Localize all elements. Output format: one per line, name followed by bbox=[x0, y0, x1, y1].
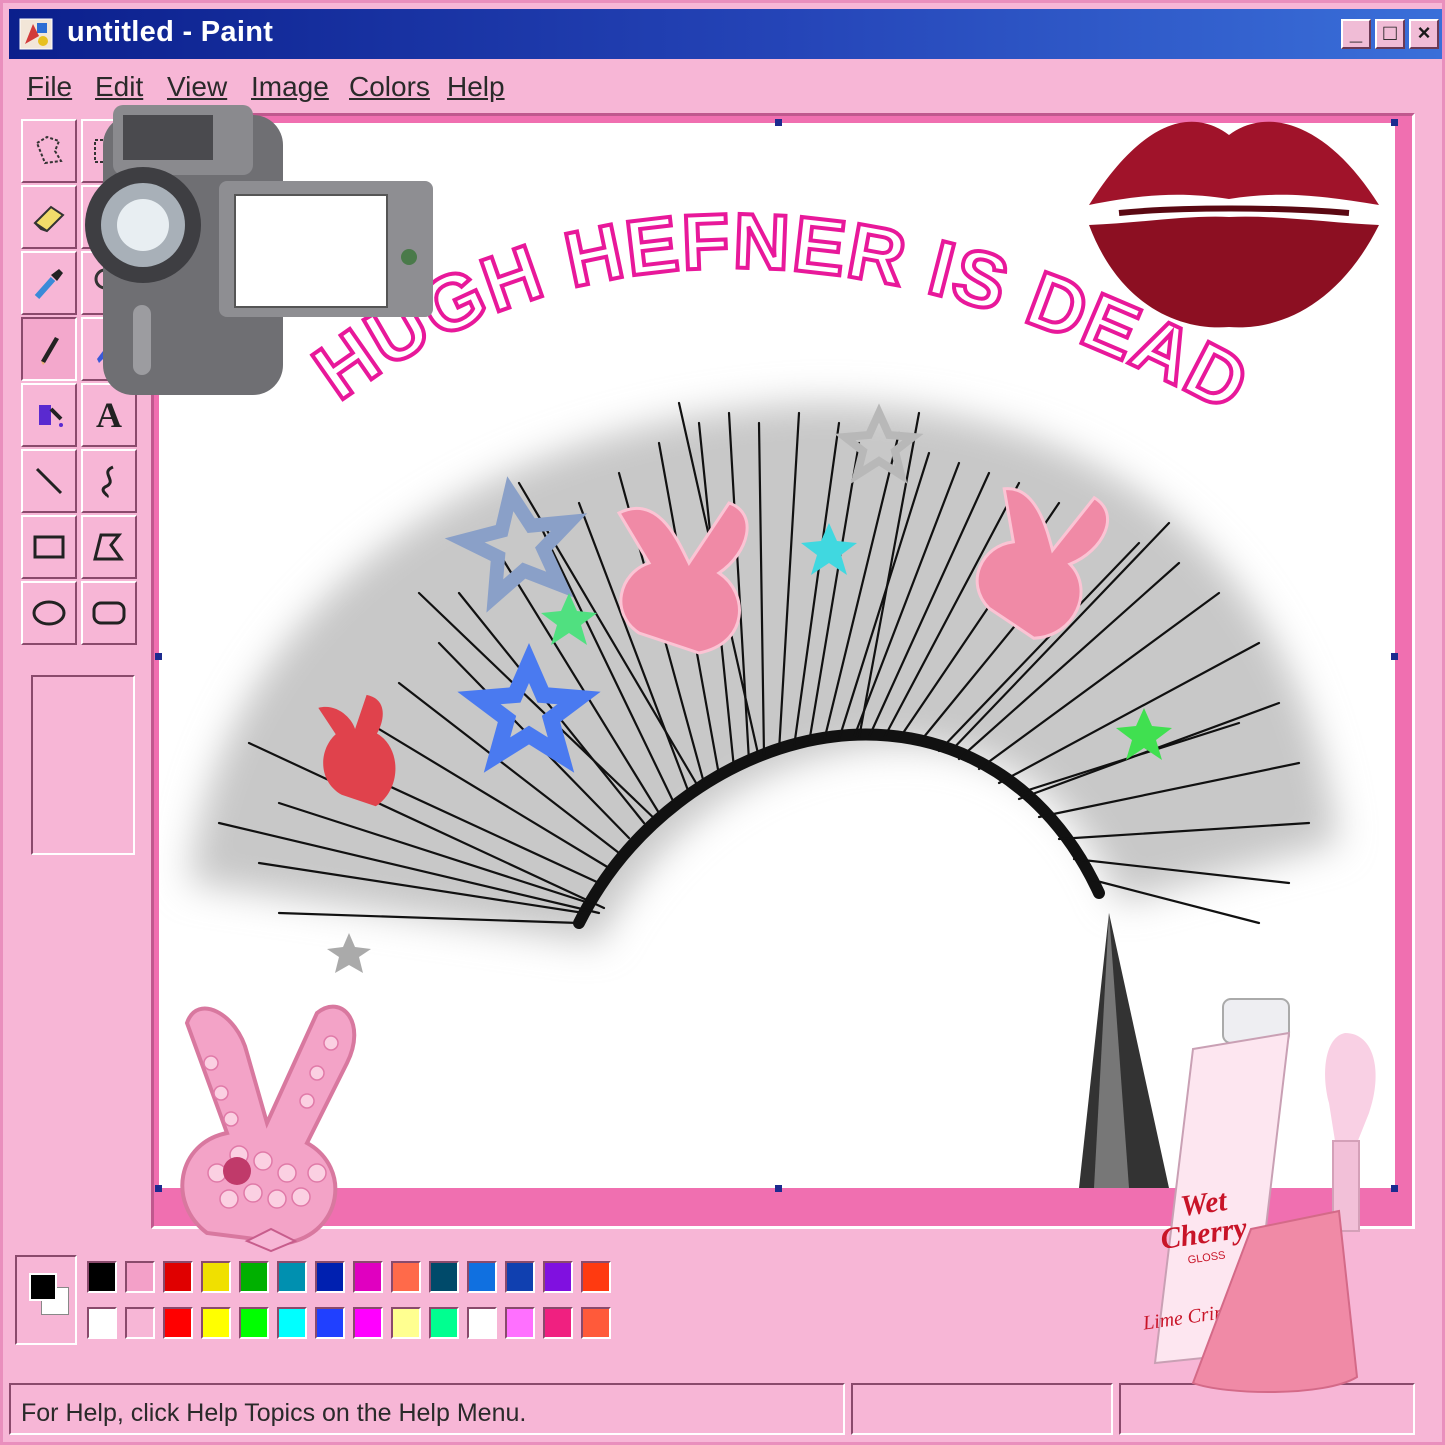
airbrush-tool[interactable] bbox=[21, 383, 77, 447]
title-bar[interactable]: untitled - Paint _ □ × bbox=[9, 9, 1442, 59]
rounded-rectangle-tool[interactable] bbox=[81, 581, 137, 645]
palette-swatch[interactable] bbox=[353, 1261, 383, 1293]
curve-tool[interactable] bbox=[81, 449, 137, 513]
resize-handle-right[interactable] bbox=[1391, 653, 1398, 660]
menu-file[interactable]: File bbox=[27, 71, 72, 103]
menu-file-label: File bbox=[27, 71, 73, 102]
menu-help[interactable]: Help bbox=[447, 71, 505, 103]
palette-swatch[interactable] bbox=[239, 1307, 269, 1339]
palette-swatch[interactable] bbox=[277, 1261, 307, 1293]
paint-window: untitled - Paint _ □ × File Edit View Im… bbox=[0, 0, 1445, 1445]
palette-swatch[interactable] bbox=[353, 1307, 383, 1339]
color-palette bbox=[15, 1255, 635, 1351]
palette-swatch[interactable] bbox=[315, 1261, 345, 1293]
status-coords-cell bbox=[851, 1383, 1113, 1435]
palette-swatch[interactable] bbox=[277, 1307, 307, 1339]
polygon-tool[interactable] bbox=[81, 515, 137, 579]
palette-swatch[interactable] bbox=[581, 1261, 611, 1293]
foreground-color bbox=[29, 1273, 57, 1301]
palette-swatch[interactable] bbox=[505, 1307, 535, 1339]
palette-swatch[interactable] bbox=[543, 1261, 573, 1293]
close-button[interactable]: × bbox=[1409, 19, 1439, 49]
eraser-tool[interactable] bbox=[21, 185, 77, 249]
palette-swatch[interactable] bbox=[315, 1307, 345, 1339]
minimize-button[interactable]: _ bbox=[1341, 19, 1371, 49]
palette-swatch[interactable] bbox=[391, 1307, 421, 1339]
line-tool[interactable] bbox=[21, 449, 77, 513]
lipstick-kiss-sticker bbox=[1089, 121, 1379, 328]
palette-swatch[interactable] bbox=[201, 1261, 231, 1293]
resize-handle-top-right[interactable] bbox=[1391, 119, 1398, 126]
airbrush-icon bbox=[39, 405, 63, 427]
resize-handle-bottom[interactable] bbox=[775, 1185, 782, 1192]
pencil-tool[interactable] bbox=[21, 317, 77, 381]
palette-swatch[interactable] bbox=[87, 1307, 117, 1339]
palette-swatch[interactable] bbox=[125, 1307, 155, 1339]
resize-handle-top[interactable] bbox=[775, 119, 782, 126]
palette-swatch[interactable] bbox=[201, 1307, 231, 1339]
curve-icon bbox=[101, 465, 114, 499]
palette-swatch[interactable] bbox=[467, 1261, 497, 1293]
lash-shadow bbox=[189, 402, 1339, 943]
line-icon bbox=[35, 467, 63, 495]
maximize-button[interactable]: □ bbox=[1375, 19, 1405, 49]
status-help-text: For Help, click Help Topics on the Help … bbox=[21, 1399, 527, 1427]
palette-swatch[interactable] bbox=[505, 1261, 535, 1293]
status-help-cell: For Help, click Help Topics on the Help … bbox=[9, 1383, 845, 1435]
paint-app-icon bbox=[19, 18, 53, 50]
palette-swatch[interactable] bbox=[239, 1261, 269, 1293]
eyedropper-icon bbox=[34, 269, 63, 299]
palette-swatch[interactable] bbox=[391, 1261, 421, 1293]
menu-help-label: Help bbox=[447, 71, 505, 102]
free-form-select-tool[interactable] bbox=[21, 119, 77, 183]
free-form-select-icon bbox=[35, 135, 63, 165]
palette-swatch[interactable] bbox=[87, 1261, 117, 1293]
rounded-rectangle-icon bbox=[92, 601, 126, 625]
palette-swatch[interactable] bbox=[581, 1307, 611, 1339]
palette-swatch[interactable] bbox=[543, 1307, 573, 1339]
palette-swatch[interactable] bbox=[163, 1307, 193, 1339]
palette-swatch[interactable] bbox=[429, 1307, 459, 1339]
resize-handle-left[interactable] bbox=[155, 653, 162, 660]
palette-swatch[interactable] bbox=[467, 1307, 497, 1339]
ellipse-tool[interactable] bbox=[21, 581, 77, 645]
window-title: untitled - Paint bbox=[67, 16, 274, 48]
polygon-icon bbox=[93, 533, 124, 561]
rectangle-icon bbox=[33, 535, 65, 559]
camcorder-sticker bbox=[85, 105, 433, 395]
current-colors[interactable] bbox=[15, 1255, 77, 1345]
lip-gloss-sticker: Wet Cherry GLOSS Lime Crime bbox=[1141, 998, 1376, 1393]
rectangle-tool[interactable] bbox=[21, 515, 77, 579]
ellipse-icon bbox=[32, 600, 66, 626]
rhinestone-bunny-sticker bbox=[180, 1004, 357, 1253]
pencil-icon bbox=[41, 337, 59, 365]
palette-swatch[interactable] bbox=[429, 1261, 459, 1293]
palette-swatch[interactable] bbox=[125, 1261, 155, 1293]
resize-handle-bottom-left[interactable] bbox=[155, 1185, 162, 1192]
eraser-icon bbox=[33, 205, 65, 233]
tool-options-panel[interactable] bbox=[31, 675, 135, 855]
color-picker-tool[interactable] bbox=[21, 251, 77, 315]
palette-swatch[interactable] bbox=[163, 1261, 193, 1293]
